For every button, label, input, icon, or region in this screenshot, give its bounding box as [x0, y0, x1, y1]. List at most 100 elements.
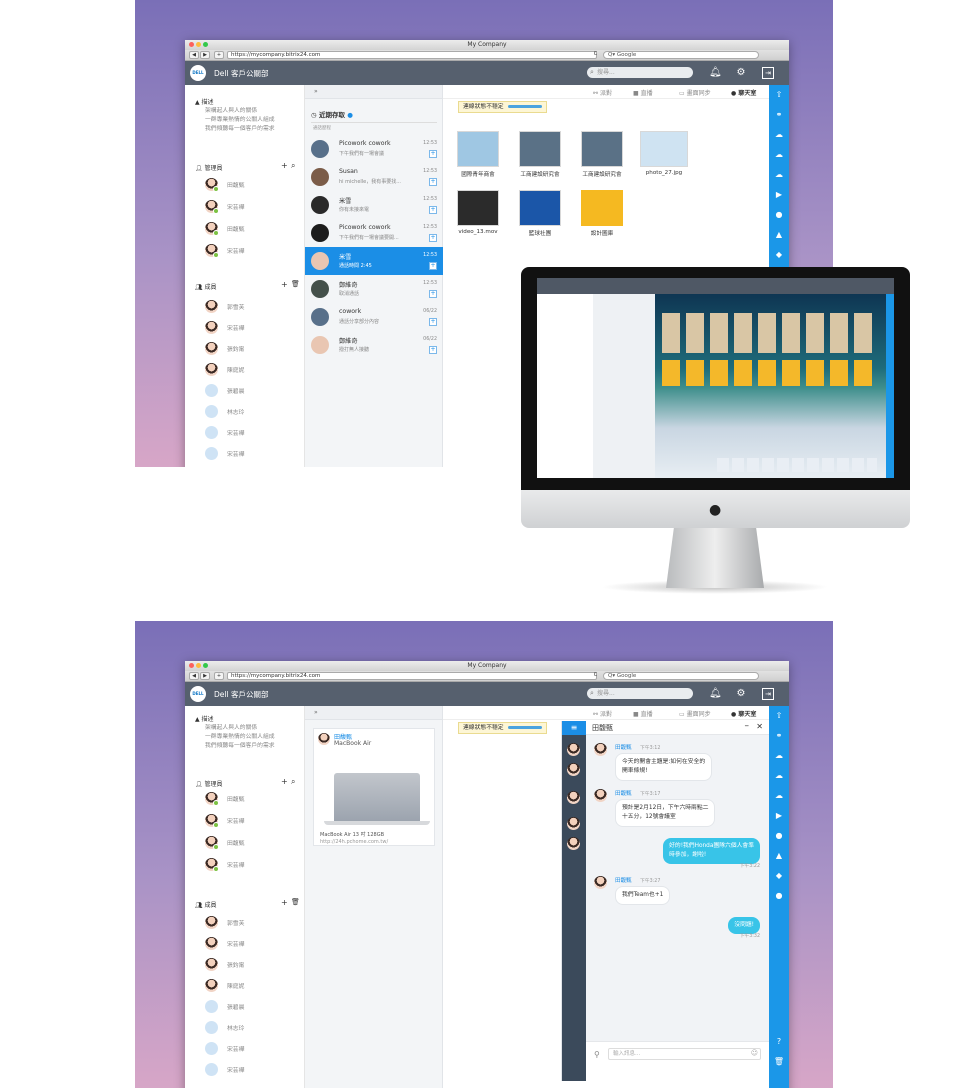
- link-icon[interactable]: ⚭: [773, 730, 785, 742]
- recent-item[interactable]: 米雪 你有未接來電 12:53 +: [305, 191, 443, 219]
- chat-icon[interactable]: ●: [773, 890, 785, 902]
- add-button[interactable]: +: [429, 234, 437, 242]
- address-input[interactable]: https://mycompany.bitrix24.com: [227, 51, 597, 59]
- member-item[interactable]: 郭雪芙: [205, 915, 244, 929]
- dropbox-icon[interactable]: ◆: [773, 249, 785, 261]
- bell-icon[interactable]: 🔔︎: [709, 688, 722, 700]
- recent-item[interactable]: Picowork cowork 下午我們有一場會議 12:53 +: [305, 135, 443, 163]
- upload-icon[interactable]: ⇧: [773, 710, 785, 722]
- tab-live[interactable]: ■ 直播: [633, 88, 653, 97]
- admin-item[interactable]: 田馥甄: [205, 835, 244, 850]
- recent-item[interactable]: 鄭維奇 撥打無人接聽 06/22 +: [305, 331, 443, 359]
- file-item[interactable]: photo_27.jpg: [634, 131, 694, 176]
- admin-item[interactable]: 田馥甄: [205, 177, 244, 192]
- file-item[interactable]: 工商建設研究會: [510, 131, 570, 178]
- member-item[interactable]: 陳庭妮: [205, 362, 244, 376]
- drive-icon[interactable]: ▲: [773, 850, 785, 862]
- link-icon[interactable]: ⚭: [773, 109, 785, 121]
- admin-item[interactable]: 田馥甄: [205, 791, 244, 806]
- google-search-input[interactable]: Q▾ Google: [603, 51, 759, 59]
- new-tab-button[interactable]: +: [214, 51, 224, 59]
- search-input[interactable]: 搜尋...: [587, 67, 693, 78]
- file-item[interactable]: video_13.mov: [448, 190, 508, 235]
- address-input[interactable]: https://mycompany.bitrix24.com: [227, 672, 597, 680]
- emoji-icon[interactable]: ☺: [751, 1049, 758, 1057]
- cloud-sync-icon[interactable]: ☁: [773, 169, 785, 181]
- recent-item[interactable]: Picowork cowork 下午我們有一場會議要開... 12:53 +: [305, 219, 443, 247]
- recent-item[interactable]: 鄭維奇 取消通話 12:53 +: [305, 275, 443, 303]
- exit-icon[interactable]: ⇥: [762, 688, 774, 700]
- add-admin-button[interactable]: +: [281, 161, 288, 170]
- menu-icon[interactable]: ≡: [562, 721, 586, 735]
- tab-chat-room[interactable]: ● 聊天室: [731, 709, 756, 718]
- bell-icon[interactable]: 🔔︎: [709, 67, 722, 79]
- tab-screen-sync[interactable]: ▭ 畫面同步: [679, 88, 711, 97]
- minimize-icon[interactable]: –: [745, 721, 750, 731]
- cloud-sync-icon[interactable]: ☁: [773, 790, 785, 802]
- video-icon[interactable]: ▶: [773, 810, 785, 822]
- member-item[interactable]: 張鈞甯: [205, 341, 244, 355]
- gear-icon[interactable]: ⚙: [735, 67, 747, 79]
- upload-icon[interactable]: ⇧: [773, 89, 785, 101]
- file-item[interactable]: 國際青年商會: [448, 131, 508, 178]
- add-member-button[interactable]: +: [281, 280, 288, 289]
- recent-item-active[interactable]: 米雪 通話時間 2:45 12:53 +: [305, 247, 443, 275]
- back-button[interactable]: ◀: [189, 672, 199, 680]
- tab-chat-room[interactable]: ● 聊天室: [731, 88, 756, 97]
- member-item[interactable]: 宋芸樺: [205, 446, 244, 460]
- cloud-upload-icon[interactable]: ☁: [773, 750, 785, 762]
- member-item[interactable]: 郭雪芙: [205, 299, 244, 313]
- add-button[interactable]: +: [429, 262, 437, 270]
- add-button[interactable]: +: [429, 290, 437, 298]
- add-button[interactable]: +: [429, 346, 437, 354]
- tab-screen-sync[interactable]: ▭ 畫面同步: [679, 709, 711, 718]
- add-button[interactable]: +: [429, 206, 437, 214]
- file-item[interactable]: 設計圖庫: [572, 190, 632, 237]
- member-item[interactable]: 張鈞甯: [205, 957, 244, 971]
- contact-avatar[interactable]: [567, 817, 580, 830]
- cloud-download-icon[interactable]: ☁: [773, 149, 785, 161]
- new-tab-button[interactable]: +: [214, 672, 224, 680]
- member-item[interactable]: 張碧晨: [205, 383, 244, 397]
- forward-button[interactable]: ▶: [200, 672, 210, 680]
- exit-icon[interactable]: ⇥: [762, 67, 774, 79]
- contact-avatar[interactable]: [567, 791, 580, 804]
- member-item[interactable]: 張碧晨: [205, 999, 244, 1013]
- member-item[interactable]: 宋芸樺: [205, 936, 244, 950]
- trash-icon[interactable]: 🗑︎: [291, 898, 300, 906]
- cloud-download-icon[interactable]: ☁: [773, 770, 785, 782]
- collapse-toggle[interactable]: »: [305, 706, 442, 720]
- add-button[interactable]: +: [429, 150, 437, 158]
- member-item[interactable]: 宋芸樺: [205, 1041, 244, 1055]
- trash-icon[interactable]: 🗑︎: [773, 1056, 785, 1068]
- contact-avatar[interactable]: [567, 763, 580, 776]
- contact-avatar[interactable]: [567, 837, 580, 850]
- drive-icon[interactable]: ▲: [773, 229, 785, 241]
- contact-avatar[interactable]: [567, 743, 580, 756]
- help-icon[interactable]: ?: [773, 1036, 785, 1048]
- attachment-icon[interactable]: ⚲: [594, 1050, 600, 1059]
- dropbox-icon[interactable]: ◆: [773, 870, 785, 882]
- member-item[interactable]: 宋芸樺: [205, 425, 244, 439]
- add-admin-button[interactable]: +: [281, 777, 288, 786]
- trash-icon[interactable]: 🗑︎: [291, 280, 300, 288]
- admin-item[interactable]: 宋芸樺: [205, 199, 244, 214]
- recent-item[interactable]: Susan hi michelle，我有事要找... 12:53 +: [305, 163, 443, 191]
- member-item[interactable]: 陳庭妮: [205, 978, 244, 992]
- search-admin-icon[interactable]: ⌕: [291, 777, 295, 787]
- video-icon[interactable]: ▶: [773, 189, 785, 201]
- message-input[interactable]: 輸入訊息...: [608, 1048, 761, 1060]
- member-item[interactable]: 林志玲: [205, 404, 244, 418]
- forward-button[interactable]: ▶: [200, 51, 210, 59]
- member-item[interactable]: 宋芸樺: [205, 1062, 244, 1076]
- collapse-toggle[interactable]: »: [305, 85, 442, 99]
- tab-live[interactable]: ■ 直播: [633, 709, 653, 718]
- back-button[interactable]: ◀: [189, 51, 199, 59]
- search-input[interactable]: 搜尋...: [587, 688, 693, 699]
- google-search-input[interactable]: Q▾ Google: [603, 672, 759, 680]
- admin-item[interactable]: 宋芸樺: [205, 813, 244, 828]
- close-icon[interactable]: ✕: [756, 722, 763, 731]
- member-item[interactable]: 宋芸樺: [205, 320, 244, 334]
- gear-icon[interactable]: ⚙: [735, 688, 747, 700]
- tab-dispatch[interactable]: ⚯ 派對: [593, 88, 612, 97]
